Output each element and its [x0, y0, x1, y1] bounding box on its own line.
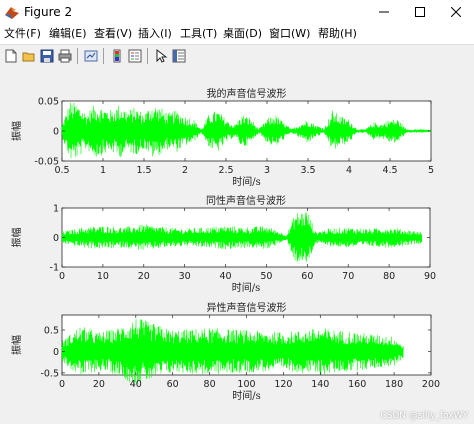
x-tick-label: 200 [422, 379, 440, 390]
print-button[interactable] [56, 47, 74, 65]
y-axis-label: 振幅 [10, 121, 23, 141]
property-editor-button[interactable] [170, 47, 188, 65]
x-axis-label: 时间/s [232, 281, 261, 294]
y-tick-label: -1 [50, 263, 59, 274]
x-tick-label: 80 [383, 271, 395, 282]
menu-view[interactable]: 查看(V) [94, 27, 132, 41]
x-tick-label: 70 [342, 271, 354, 282]
x-tick-label: 60 [167, 379, 179, 390]
open-file-icon [22, 52, 35, 62]
x-tick-label: 5 [428, 165, 434, 176]
subplot-3: 0 20 40 60 80 100 120 140 160 180 2000.50-0.5异性声音信… [10, 301, 440, 402]
subplot-2: 0 10 20 30 40 50 60 70 80 9010-1同性声音信号波形时间/s振幅 [10, 194, 436, 294]
colorbar-button[interactable] [108, 47, 126, 65]
x-tick-label: 100 [237, 379, 255, 390]
menu-edit[interactable]: 编辑(E) [49, 27, 87, 41]
minimize-button[interactable] [366, 0, 402, 24]
menu-desktop[interactable]: 桌面(D) [223, 27, 262, 41]
y-tick-label: 0.05 [38, 97, 59, 108]
x-axis-label: 时间/s [232, 175, 261, 188]
y-tick-label: -0.5 [40, 368, 59, 379]
matlab-icon [5, 7, 19, 19]
x-tick-label: 20 [93, 379, 105, 390]
toolbar-separator [103, 48, 104, 64]
x-tick-label: 90 [424, 271, 436, 282]
menu-help[interactable]: 帮助(H) [318, 27, 357, 41]
subplot-title: 异性声音信号波形 [207, 301, 287, 314]
figure-canvas: 0.5 1 1.5 2 2.5 3 3.5 4 4.5 5 0.05 0 -0.05 我的声音信号波形 时间… [0, 67, 474, 424]
subplot-1: 0.5 1 1.5 2 2.5 3 3.5 4 4.5 50.050-0.05我的声音信号波形时间… [10, 87, 434, 188]
x-tick-label: 2 [182, 165, 188, 176]
y-tick-label: 1 [53, 204, 59, 215]
y-tick-label: -0.05 [34, 157, 59, 168]
x-tick-label: 60 [301, 271, 313, 282]
figure-plots: 0.5 1 1.5 2 2.5 3 3.5 4 4.5 5 0.05 0 -0.05 我的声音信号波形时间… [10, 87, 440, 402]
x-tick-label: 3.5 [300, 165, 315, 176]
close-icon [451, 7, 461, 17]
window-title: Figure 2 [24, 5, 73, 19]
toolbar-separator [77, 48, 78, 64]
x-tick-label: 180 [385, 379, 403, 390]
x-tick-label: 80 [204, 379, 216, 390]
x-tick-label: 10 [97, 271, 109, 282]
colorbar-icon [113, 49, 121, 63]
menu-insert[interactable]: 插入(I) [138, 27, 172, 41]
open-file-button[interactable] [20, 47, 38, 65]
y-tick-label: 0 [53, 233, 59, 244]
x-tick-label: 0 [59, 379, 65, 390]
menu-window[interactable]: 窗口(W) [269, 27, 310, 41]
toolbar-separator [147, 48, 148, 64]
x-axis-label: 时间/s [232, 389, 261, 402]
x-tick-label: 160 [348, 379, 366, 390]
menu-file[interactable]: 文件(F) [4, 27, 41, 41]
menu-bar: 文件(F) 编辑(E) 查看(V) 插入(I) 工具(T) 桌面(D) 窗口(W… [0, 24, 474, 44]
y-axis-label: 振幅 [10, 335, 23, 355]
toolbar [0, 44, 474, 68]
link-plot-button[interactable] [82, 47, 100, 65]
x-tick-label: 40 [130, 379, 142, 390]
minimize-icon [379, 11, 389, 13]
x-tick-label: 140 [311, 379, 329, 390]
menu-tools[interactable]: 工具(T) [180, 27, 217, 41]
x-tick-label: 4 [346, 165, 352, 176]
x-tick-label: 30 [179, 271, 191, 282]
y-tick-label: 0 [53, 127, 59, 138]
maximize-icon [415, 7, 425, 17]
x-tick-label: 50 [260, 271, 272, 282]
x-tick-label: 4.5 [382, 165, 397, 176]
save-button[interactable] [38, 47, 56, 65]
x-tick-label: 20 [138, 271, 150, 282]
property-editor-icon [172, 49, 186, 63]
title-bar: Figure 2 [0, 0, 474, 24]
link-plot-icon [84, 50, 98, 62]
x-tick-label: 0 [59, 271, 65, 282]
x-tick-label: 3 [264, 165, 270, 176]
watermark: CSDN @silly_foxWY [380, 411, 468, 421]
print-icon [58, 49, 72, 63]
edit-plot-button[interactable] [152, 47, 170, 65]
x-tick-label: 1 [100, 165, 106, 176]
maximize-button[interactable] [402, 0, 438, 24]
y-axis-label: 振幅 [10, 228, 23, 248]
new-figure-icon [5, 49, 17, 63]
y-tick-label: 0 [53, 347, 59, 358]
legend-button[interactable] [126, 47, 144, 65]
new-figure-button[interactable] [2, 47, 20, 65]
close-button[interactable] [438, 0, 474, 24]
x-tick-label: 120 [274, 379, 292, 390]
x-tick-label: 40 [220, 271, 232, 282]
save-icon [40, 49, 54, 63]
x-tick-label: 2.5 [218, 165, 233, 176]
edit-plot-icon [156, 49, 168, 63]
subplot-title: 同性声音信号波形 [206, 194, 286, 207]
x-tick-label: 1.5 [136, 165, 151, 176]
y-tick-label: 0.5 [44, 326, 59, 337]
legend-icon [128, 49, 142, 63]
subplot-title: 我的声音信号波形 [207, 87, 287, 100]
